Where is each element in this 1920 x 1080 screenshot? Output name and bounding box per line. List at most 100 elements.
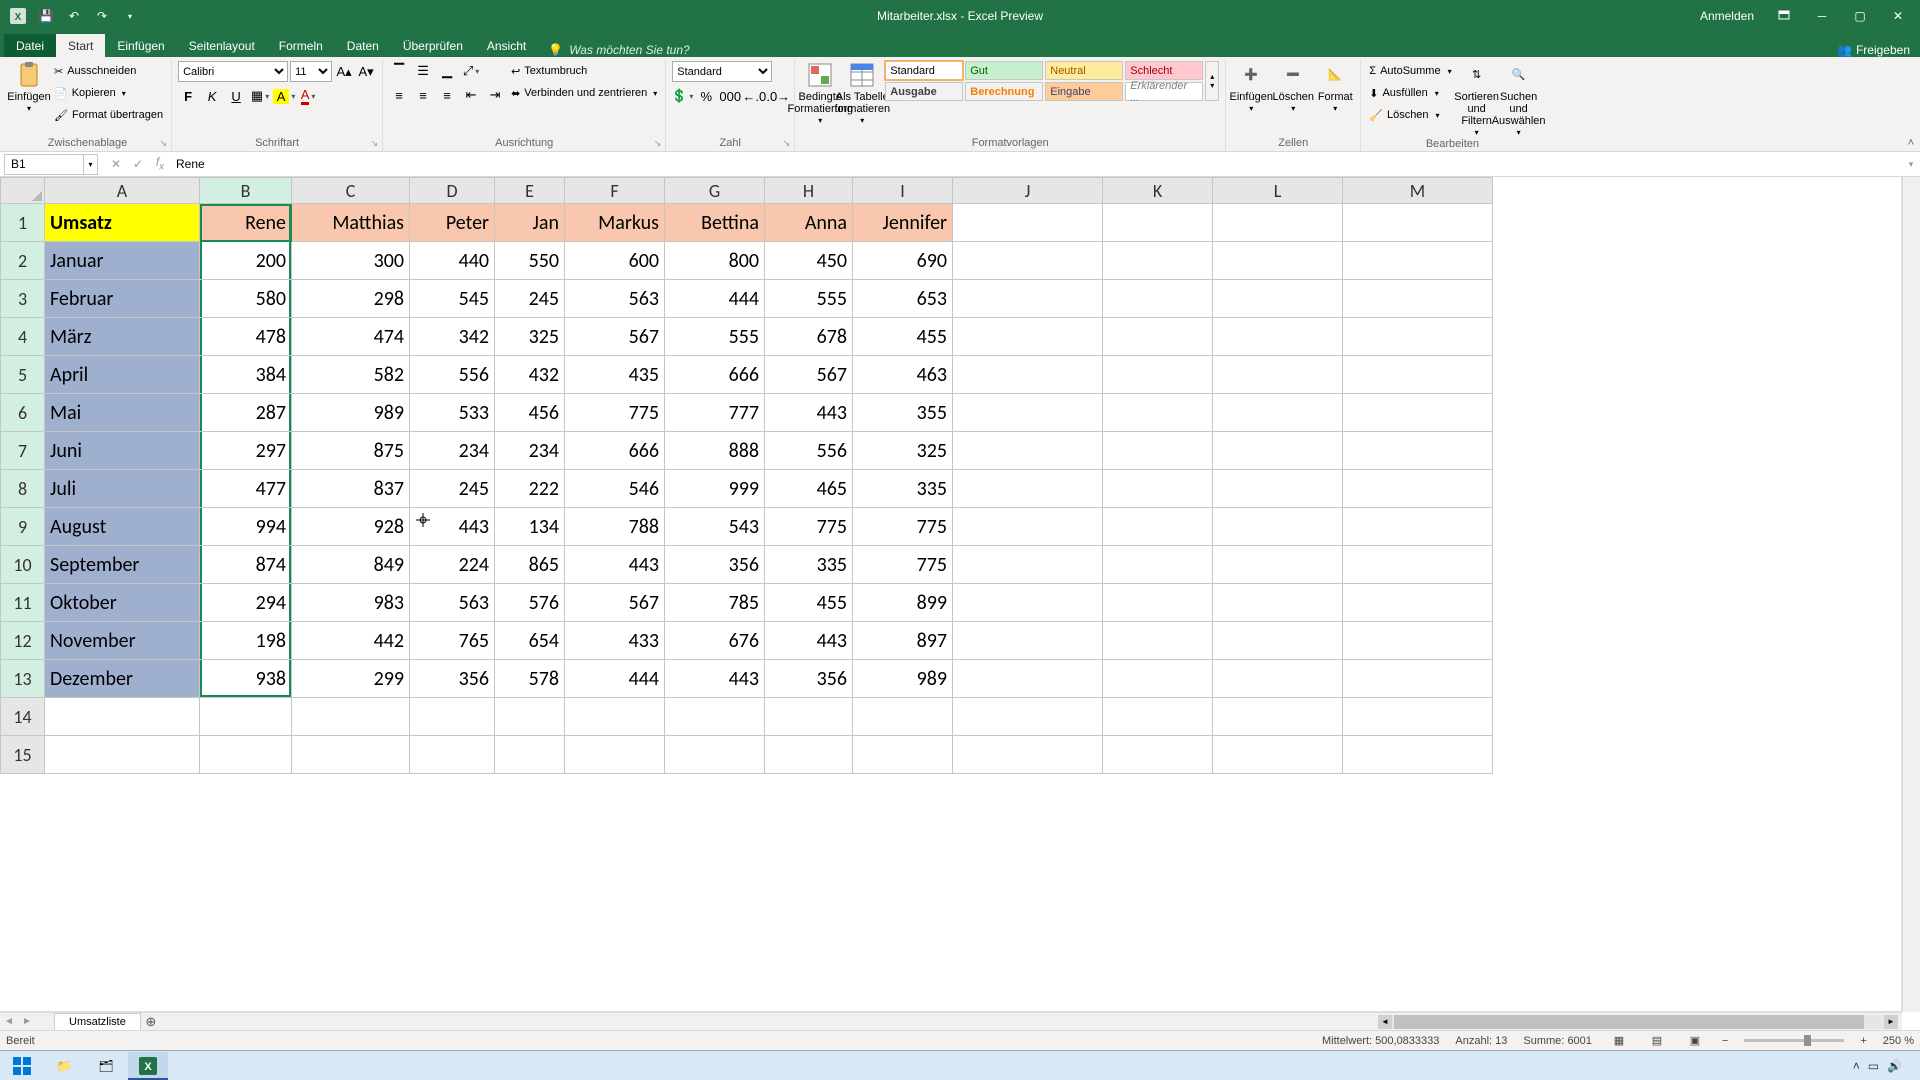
cell[interactable] (292, 736, 410, 774)
cell[interactable]: 567 (765, 356, 853, 394)
zoom-in-icon[interactable]: + (1860, 1035, 1866, 1047)
cell[interactable]: 989 (292, 394, 410, 432)
bold-icon[interactable]: F (178, 86, 198, 106)
cell[interactable]: August (45, 508, 200, 546)
indent-inc-icon[interactable]: ⇥ (485, 85, 505, 105)
row-header[interactable]: 10 (1, 546, 45, 584)
cell[interactable]: 224 (410, 546, 495, 584)
align-left-icon[interactable]: ≡ (389, 85, 409, 105)
cell[interactable] (1343, 318, 1493, 356)
cell[interactable] (1213, 508, 1343, 546)
col-header[interactable]: I (853, 178, 953, 204)
cell[interactable]: 849 (292, 546, 410, 584)
cell[interactable]: 442 (292, 622, 410, 660)
cell[interactable] (45, 698, 200, 736)
cell[interactable]: 443 (765, 394, 853, 432)
cell[interactable]: 443 (765, 622, 853, 660)
cell[interactable] (1343, 394, 1493, 432)
cell[interactable] (1343, 546, 1493, 584)
cell[interactable]: 580 (200, 280, 292, 318)
view-normal-icon[interactable]: ▦ (1608, 1033, 1630, 1049)
row-header[interactable]: 9 (1, 508, 45, 546)
currency-icon[interactable]: 💲 (672, 86, 692, 106)
name-box[interactable]: B1 (4, 154, 84, 175)
cell[interactable] (292, 698, 410, 736)
col-header[interactable]: J (953, 178, 1103, 204)
cell[interactable] (410, 736, 495, 774)
col-header[interactable]: H (765, 178, 853, 204)
cell[interactable]: 325 (495, 318, 565, 356)
cell[interactable]: 765 (410, 622, 495, 660)
cell[interactable]: 546 (565, 470, 665, 508)
cell[interactable] (953, 356, 1103, 394)
cell[interactable]: Juli (45, 470, 200, 508)
row-header[interactable]: 2 (1, 242, 45, 280)
cell[interactable]: Peter (410, 204, 495, 242)
cell[interactable] (1343, 242, 1493, 280)
font-size-select[interactable]: 11 (290, 61, 332, 82)
format-cells-button[interactable]: 📐Format▾ (1316, 61, 1354, 114)
cell[interactable] (1343, 356, 1493, 394)
cell[interactable]: 775 (565, 394, 665, 432)
cell[interactable]: 287 (200, 394, 292, 432)
cell[interactable]: 443 (410, 508, 495, 546)
cell[interactable]: 432 (495, 356, 565, 394)
cell[interactable]: 555 (765, 280, 853, 318)
tab-nav-prev-icon[interactable]: ► (18, 1016, 36, 1027)
cell[interactable]: 897 (853, 622, 953, 660)
cell[interactable]: 300 (292, 242, 410, 280)
cell[interactable]: 578 (495, 660, 565, 698)
cell[interactable] (1103, 508, 1213, 546)
cell[interactable]: 567 (565, 318, 665, 356)
view-page-layout-icon[interactable]: ▤ (1646, 1033, 1668, 1049)
cell[interactable] (1213, 280, 1343, 318)
cell[interactable]: Umsatz (45, 204, 200, 242)
orientation-icon[interactable]: ⤢ (461, 61, 481, 81)
cell[interactable]: 355 (853, 394, 953, 432)
name-box-drop-icon[interactable]: ▾ (84, 154, 98, 175)
cell-style-card[interactable]: Standard (885, 61, 963, 80)
cell[interactable]: 465 (765, 470, 853, 508)
tab-daten[interactable]: Daten (335, 34, 391, 57)
italic-icon[interactable]: K (202, 86, 222, 106)
cell[interactable] (1213, 622, 1343, 660)
cell[interactable] (765, 736, 853, 774)
scrollbar-vertical[interactable] (1902, 177, 1920, 1012)
tab-ueberpruefen[interactable]: Überprüfen (391, 34, 475, 57)
cell[interactable]: Matthias (292, 204, 410, 242)
save-icon[interactable]: 💾 (34, 4, 58, 28)
cell[interactable] (1103, 584, 1213, 622)
cell[interactable]: 450 (765, 242, 853, 280)
cell[interactable]: 463 (853, 356, 953, 394)
cell[interactable] (1103, 470, 1213, 508)
cell[interactable] (200, 698, 292, 736)
cut-button[interactable]: ✂Ausschneiden (52, 61, 165, 81)
cell[interactable]: 875 (292, 432, 410, 470)
cell[interactable]: 550 (495, 242, 565, 280)
qa-customize-icon[interactable]: ▾ (118, 4, 142, 28)
cell[interactable]: 478 (200, 318, 292, 356)
dec-decimal-icon[interactable]: .0→ (768, 86, 788, 106)
add-sheet-icon[interactable]: ⊕ (141, 1014, 161, 1030)
cell[interactable]: 865 (495, 546, 565, 584)
cell[interactable] (1343, 508, 1493, 546)
cell[interactable]: April (45, 356, 200, 394)
cell-style-card[interactable]: Eingabe (1045, 82, 1123, 101)
cell[interactable] (665, 736, 765, 774)
col-header[interactable]: M (1343, 178, 1493, 204)
cell[interactable]: 444 (565, 660, 665, 698)
cell[interactable]: 563 (410, 584, 495, 622)
col-header[interactable]: K (1103, 178, 1213, 204)
number-format-select[interactable]: Standard (672, 61, 772, 82)
cell[interactable]: 654 (495, 622, 565, 660)
cell[interactable]: 938 (200, 660, 292, 698)
cell[interactable] (953, 736, 1103, 774)
cell[interactable]: 299 (292, 660, 410, 698)
cell[interactable]: Rene (200, 204, 292, 242)
cell[interactable]: Dezember (45, 660, 200, 698)
tab-datei[interactable]: Datei (4, 34, 56, 57)
cell[interactable]: 775 (853, 508, 953, 546)
view-page-break-icon[interactable]: ▣ (1684, 1033, 1706, 1049)
tab-formeln[interactable]: Formeln (267, 34, 335, 57)
cell[interactable] (495, 698, 565, 736)
